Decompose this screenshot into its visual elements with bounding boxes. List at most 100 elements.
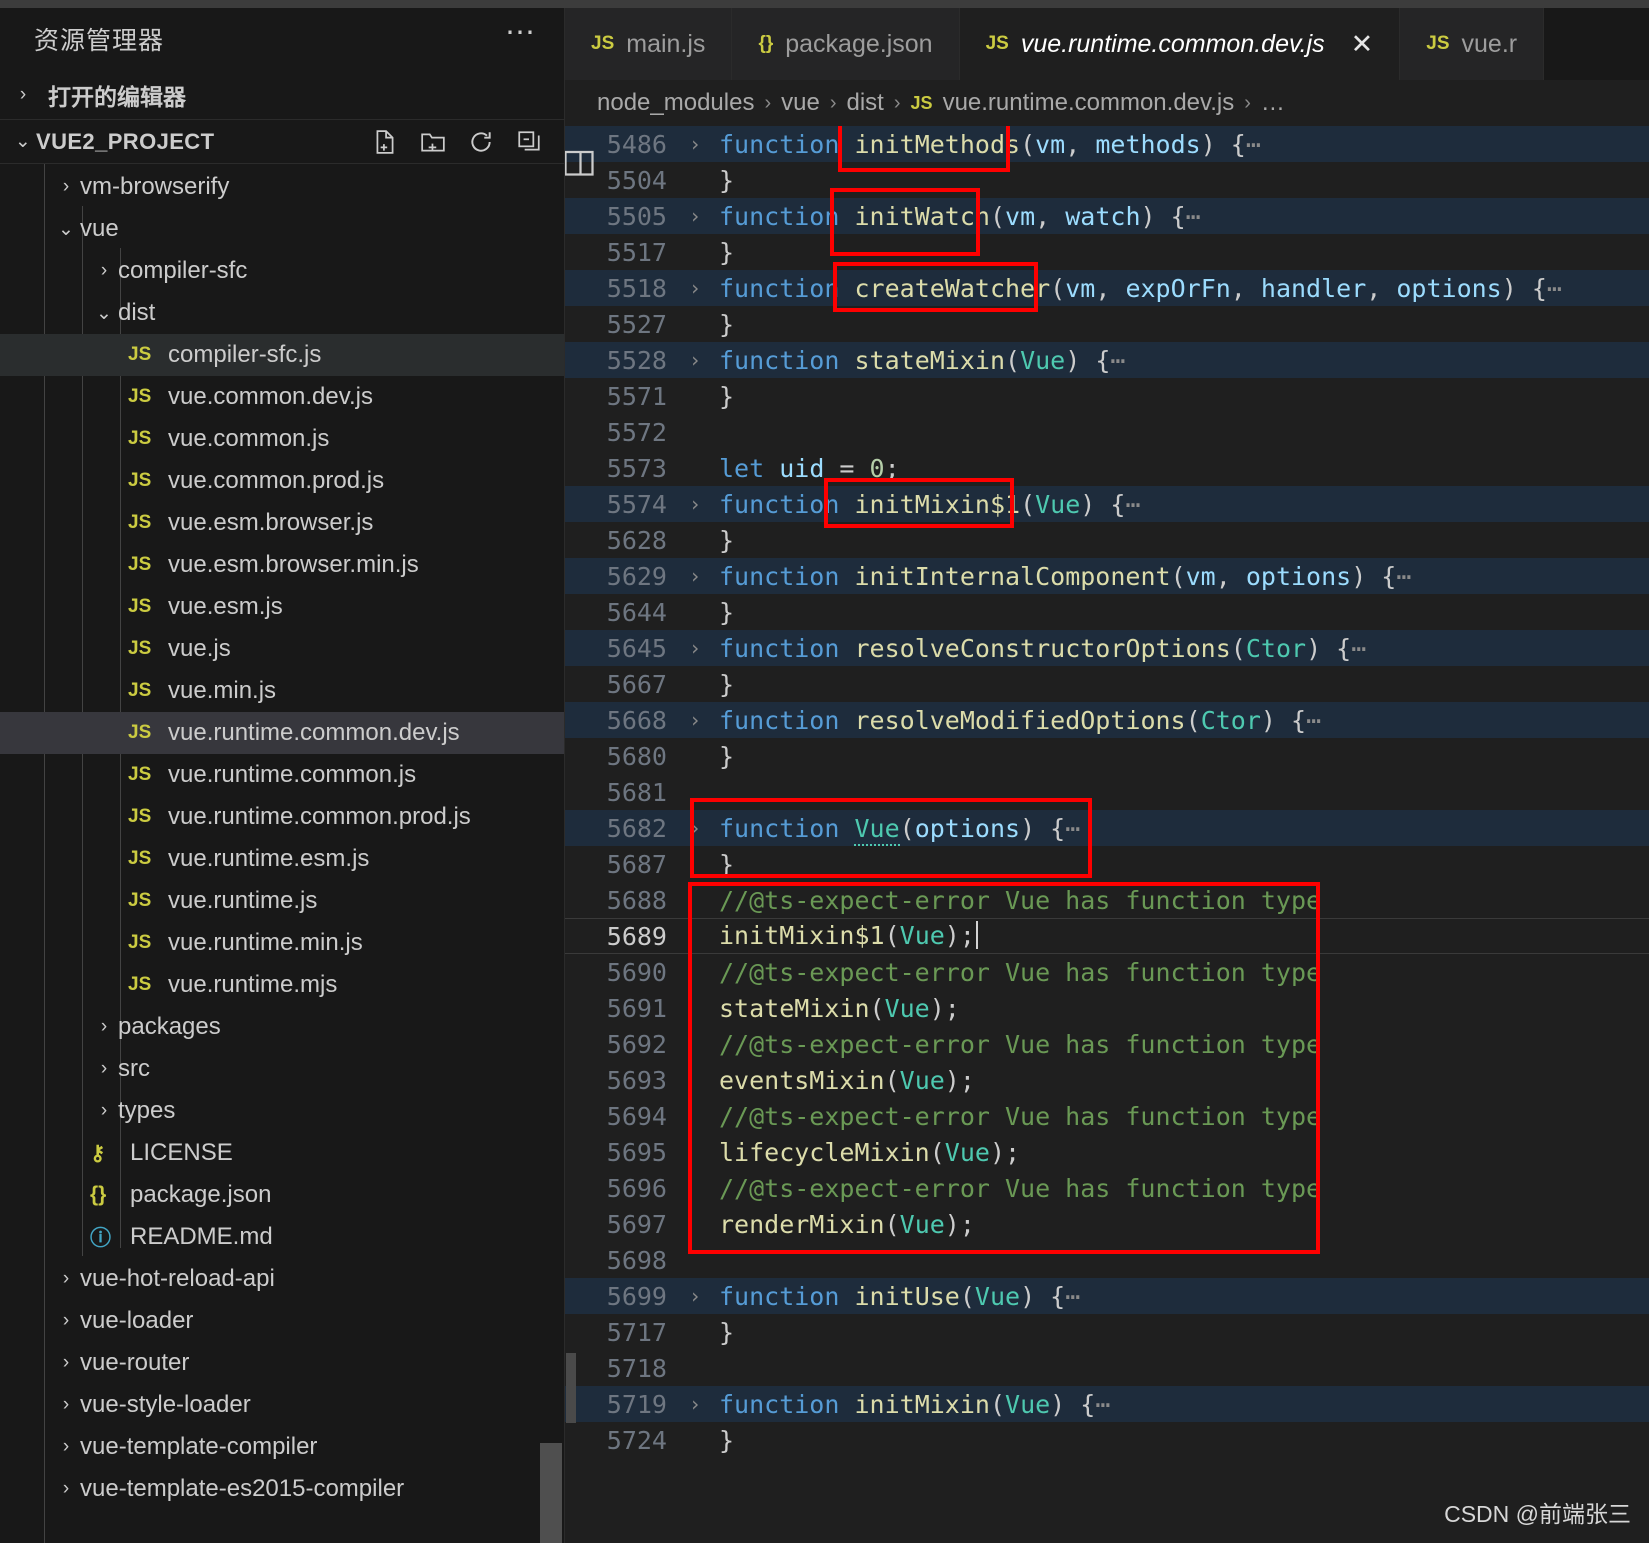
fold-chevron-icon[interactable]: › bbox=[677, 132, 713, 156]
code-line[interactable]: 5571} bbox=[565, 378, 1649, 414]
code-line[interactable]: 5504} bbox=[565, 162, 1649, 198]
code-line[interactable]: 5698 bbox=[565, 1242, 1649, 1278]
chevron-right-icon[interactable]: › bbox=[52, 176, 80, 198]
code-line[interactable]: 5527} bbox=[565, 306, 1649, 342]
fold-chevron-icon[interactable]: › bbox=[677, 204, 713, 228]
file-tree[interactable]: › vm-browserify ⌄ vue › compiler-sfc ⌄ dist JS co… bbox=[0, 164, 564, 1543]
breadcrumb[interactable]: node_modules › vue › dist › JS vue.runtime.comm… bbox=[565, 80, 1649, 126]
chevron-right-icon[interactable]: › bbox=[52, 1352, 80, 1374]
tree-item-vue-js[interactable]: JS vue.js bbox=[0, 628, 564, 670]
tree-item-vue-loader[interactable]: › vue-loader bbox=[0, 1300, 564, 1342]
tree-item-readme-md[interactable]: ⓘ README.md bbox=[0, 1216, 564, 1258]
tree-item-vue-router[interactable]: › vue-router bbox=[0, 1342, 564, 1384]
code-line[interactable]: 5693 eventsMixin(Vue); bbox=[565, 1062, 1649, 1098]
fold-chevron-icon[interactable]: › bbox=[677, 708, 713, 732]
tree-item-license[interactable]: ⚷ LICENSE bbox=[0, 1132, 564, 1174]
tree-item-vue-template-compiler[interactable]: › vue-template-compiler bbox=[0, 1426, 564, 1468]
tree-item-vue-esm-browser-min-js[interactable]: JS vue.esm.browser.min.js bbox=[0, 544, 564, 586]
tree-item-vue-runtime-esm-js[interactable]: JS vue.runtime.esm.js bbox=[0, 838, 564, 880]
breadcrumb-part[interactable]: vue bbox=[781, 89, 820, 117]
editor-scrollbar[interactable] bbox=[566, 1353, 576, 1423]
code-line[interactable]: 5724} bbox=[565, 1422, 1649, 1458]
tree-item-vue-runtime-js[interactable]: JS vue.runtime.js bbox=[0, 880, 564, 922]
tree-item-vue-common-prod-js[interactable]: JS vue.common.prod.js bbox=[0, 460, 564, 502]
close-icon[interactable]: ✕ bbox=[1351, 29, 1374, 60]
tree-item-vue-runtime-min-js[interactable]: JS vue.runtime.min.js bbox=[0, 922, 564, 964]
collapse-all-icon[interactable] bbox=[516, 129, 542, 155]
chevron-right-icon[interactable]: › bbox=[90, 1016, 118, 1038]
code-line[interactable]: 5667} bbox=[565, 666, 1649, 702]
code-line[interactable]: 5699 › function initUse(Vue) {⋯ bbox=[565, 1278, 1649, 1314]
code-line[interactable]: 5694 //@ts-expect-error Vue has function … bbox=[565, 1098, 1649, 1134]
code-line[interactable]: 5691 stateMixin(Vue); bbox=[565, 990, 1649, 1026]
project-root-row[interactable]: ⌄ VUE2_PROJECT bbox=[0, 120, 564, 164]
tree-item-vue-esm-js[interactable]: JS vue.esm.js bbox=[0, 586, 564, 628]
code-line[interactable]: 5692 //@ts-expect-error Vue has function … bbox=[565, 1026, 1649, 1062]
chevron-right-icon[interactable]: › bbox=[90, 260, 118, 282]
code-line[interactable]: 5518 › function createWatcher(vm, expOrFn,… bbox=[565, 270, 1649, 306]
tree-item-src[interactable]: › src bbox=[0, 1048, 564, 1090]
code-line[interactable]: 5629 › function initInternalComponent(vm, … bbox=[565, 558, 1649, 594]
tree-item-vue-common-js[interactable]: JS vue.common.js bbox=[0, 418, 564, 460]
tree-item-vue-style-loader[interactable]: › vue-style-loader bbox=[0, 1384, 564, 1426]
fold-chevron-icon[interactable]: › bbox=[677, 1284, 713, 1308]
tree-item-dist[interactable]: ⌄ dist bbox=[0, 292, 564, 334]
tree-item-vue-runtime-common-dev-js[interactable]: JS vue.runtime.common.dev.js bbox=[0, 712, 564, 754]
open-editors-section[interactable]: › 打开的编辑器 bbox=[0, 70, 564, 120]
code-line[interactable]: 5688 //@ts-expect-error Vue has function … bbox=[565, 882, 1649, 918]
code-line[interactable]: 5628} bbox=[565, 522, 1649, 558]
tree-item-vue-common-dev-js[interactable]: JS vue.common.dev.js bbox=[0, 376, 564, 418]
code-line[interactable]: 5644} bbox=[565, 594, 1649, 630]
tree-item-packages[interactable]: › packages bbox=[0, 1006, 564, 1048]
chevron-right-icon[interactable]: › bbox=[52, 1310, 80, 1332]
new-file-icon[interactable] bbox=[372, 129, 398, 155]
code-line[interactable]: 5517} bbox=[565, 234, 1649, 270]
tab-bar[interactable]: JS main.js {} package.json JS vue.runtime.com… bbox=[565, 8, 1649, 80]
breadcrumb-overflow[interactable]: … bbox=[1261, 89, 1285, 117]
tree-item-vue-runtime-mjs[interactable]: JS vue.runtime.mjs bbox=[0, 964, 564, 1006]
explorer-more-icon[interactable]: ⋯ bbox=[505, 18, 538, 50]
chevron-right-icon[interactable]: › bbox=[52, 1394, 80, 1416]
fold-chevron-icon[interactable]: › bbox=[677, 276, 713, 300]
tree-item-vue-template-es2015-compiler[interactable]: › vue-template-es2015-compiler bbox=[0, 1468, 564, 1510]
code-line[interactable]: 5695 lifecycleMixin(Vue); bbox=[565, 1134, 1649, 1170]
breadcrumb-part[interactable]: dist bbox=[847, 89, 884, 117]
code-line[interactable]: 5528 › function stateMixin(Vue) {⋯ bbox=[565, 342, 1649, 378]
refresh-icon[interactable] bbox=[468, 129, 494, 155]
chevron-right-icon[interactable]: › bbox=[90, 1058, 118, 1080]
code-line[interactable]: 5505 › function initWatch(vm, watch) {⋯ bbox=[565, 198, 1649, 234]
chevron-down-icon[interactable]: ⌄ bbox=[90, 302, 118, 325]
code-line[interactable]: 5719 › function initMixin(Vue) {⋯ bbox=[565, 1386, 1649, 1422]
code-line[interactable]: 5697 renderMixin(Vue); bbox=[565, 1206, 1649, 1242]
tree-item-vue-hot-reload-api[interactable]: › vue-hot-reload-api bbox=[0, 1258, 564, 1300]
sidebar-scrollbar[interactable] bbox=[540, 1443, 562, 1543]
tree-item-vue-min-js[interactable]: JS vue.min.js bbox=[0, 670, 564, 712]
code-line[interactable]: 5645 › function resolveConstructorOptions(… bbox=[565, 630, 1649, 666]
tab-package-json[interactable]: {} package.json bbox=[732, 8, 960, 80]
fold-chevron-icon[interactable]: › bbox=[677, 636, 713, 660]
code-line[interactable]: 5574 › function initMixin$1(Vue) {⋯ bbox=[565, 486, 1649, 522]
code-line[interactable]: 5572 bbox=[565, 414, 1649, 450]
tree-item-vue-esm-browser-js[interactable]: JS vue.esm.browser.js bbox=[0, 502, 564, 544]
fold-chevron-icon[interactable]: › bbox=[677, 564, 713, 588]
code-line[interactable]: 5718 bbox=[565, 1350, 1649, 1386]
tree-item-types[interactable]: › types bbox=[0, 1090, 564, 1132]
new-folder-icon[interactable] bbox=[420, 129, 446, 155]
breadcrumb-file[interactable]: vue.runtime.common.dev.js bbox=[943, 89, 1235, 117]
tree-item-compiler-sfc-js[interactable]: JS compiler-sfc.js bbox=[0, 334, 564, 376]
code-line[interactable]: 5690 //@ts-expect-error Vue has function … bbox=[565, 954, 1649, 990]
tree-item-vue[interactable]: ⌄ vue bbox=[0, 208, 564, 250]
tree-item-vm-browserify[interactable]: › vm-browserify bbox=[0, 166, 564, 208]
fold-chevron-icon[interactable]: › bbox=[677, 816, 713, 840]
tab-vue-runtime-common-dev-js[interactable]: JS vue.runtime.common.dev.js ✕ bbox=[959, 8, 1401, 80]
chevron-right-icon[interactable]: › bbox=[90, 1100, 118, 1122]
chevron-down-icon[interactable]: ⌄ bbox=[52, 218, 80, 241]
code-line[interactable]: 5687} bbox=[565, 846, 1649, 882]
tree-item-vue-runtime-common-js[interactable]: JS vue.runtime.common.js bbox=[0, 754, 564, 796]
fold-chevron-icon[interactable]: › bbox=[677, 1392, 713, 1416]
tab-main-js[interactable]: JS main.js bbox=[565, 8, 733, 80]
code-editor[interactable]: 5486 › function initMethods(vm, methods) {… bbox=[565, 126, 1649, 1543]
code-line[interactable]: 5668 › function resolveModifiedOptions(Cto… bbox=[565, 702, 1649, 738]
split-editor-icon[interactable] bbox=[565, 146, 597, 182]
code-line[interactable]: 5689 initMixin$1(Vue); bbox=[565, 918, 1649, 954]
